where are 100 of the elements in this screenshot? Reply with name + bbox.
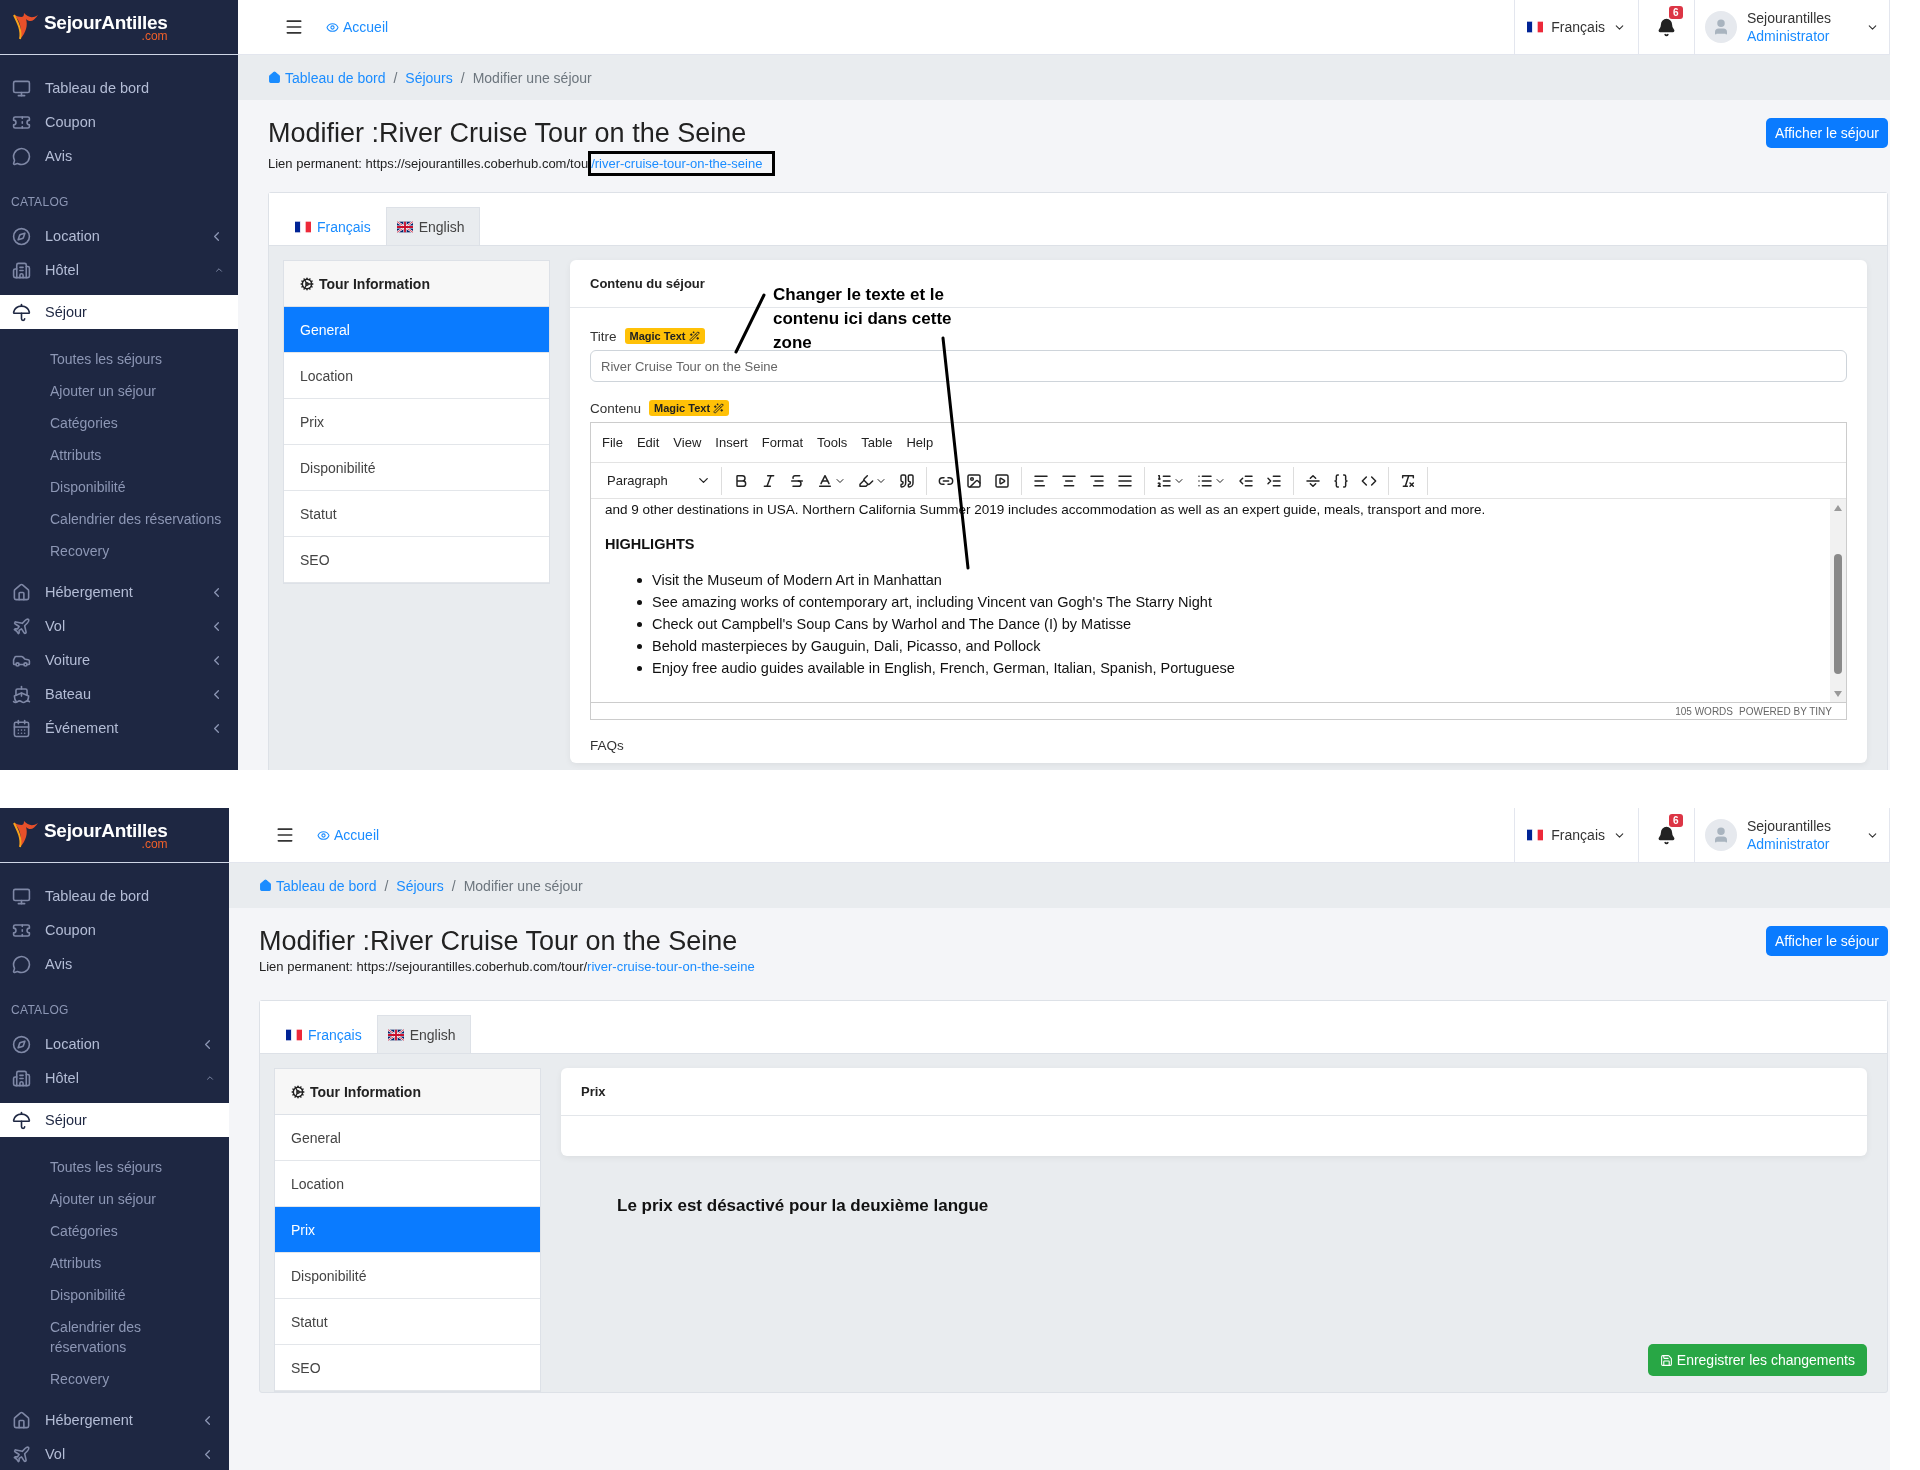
eye-icon [317, 828, 330, 842]
clear-formatting-icon [1400, 472, 1416, 489]
french-flag-icon [1527, 21, 1544, 33]
sidebar-subitem[interactable]: Disponibilité [0, 471, 238, 503]
british-flag-icon [387, 1028, 404, 1041]
sidebar-subitem[interactable]: Calendrier des réservations [0, 1311, 229, 1363]
menu-icon [284, 17, 304, 37]
sidebar-item[interactable]: Voiture [0, 643, 238, 677]
sidebar-item[interactable]: Avis [0, 139, 238, 173]
sidebar-item[interactable]: Tableau de bord [0, 71, 238, 105]
sidebar-subitem[interactable]: Ajouter un séjour [0, 1183, 229, 1215]
menu-button[interactable] [275, 825, 295, 845]
editor-menu-item[interactable]: File [595, 435, 630, 450]
language-tab[interactable]: English [376, 1015, 471, 1053]
building-icon [12, 1068, 31, 1088]
editor-menu-item[interactable]: Edit [629, 435, 667, 450]
section-menu-item[interactable]: General [284, 307, 549, 353]
view-tour-button[interactable]: Afficher le séjour [1766, 926, 1888, 956]
sidebar-item[interactable]: Hébergement [0, 575, 238, 609]
editor-heading: HIGHLIGHTS [605, 535, 696, 554]
scrollbar-drawing[interactable] [1830, 499, 1846, 702]
user-role: Administrator [1747, 27, 1831, 45]
sidebar-subitem[interactable]: Calendrier des réservations [0, 503, 238, 535]
sidebar-subitem[interactable]: Toutes les séjours [0, 343, 238, 375]
page-break-icon [1305, 472, 1321, 489]
plane-icon [12, 1444, 31, 1464]
editor-menu-item[interactable]: Help [899, 435, 941, 450]
bullet-text: Check out Campbell's Soup Cans by Warhol and The Dance (I) by Matisse [652, 615, 1132, 634]
breadcrumb-separator: / [460, 69, 465, 86]
editor-menu-item[interactable]: Format [754, 435, 810, 450]
media-icon [994, 472, 1010, 489]
ship-icon [12, 684, 31, 704]
sidebar-section-label: CATALOG [10, 1002, 70, 1019]
user-role: Administrator [1747, 835, 1831, 853]
breadcrumb-separator: / [384, 877, 389, 894]
sidebar-item[interactable]: Événement [0, 711, 238, 745]
bell-icon [1657, 825, 1676, 845]
sidebar-item[interactable]: Avis [0, 947, 229, 981]
bullet-text: Visit the Museum of Modern Art in Manhattan [652, 571, 942, 590]
french-flag-icon [286, 1028, 302, 1041]
sidebar-item[interactable]: Hébergement [0, 1403, 229, 1437]
bullet-icon [637, 665, 642, 671]
sidebar-item[interactable]: Location [0, 1027, 229, 1061]
umbrella-icon [12, 302, 31, 322]
sidebar-item[interactable]: Tableau de bord [0, 879, 229, 913]
sidebar-subitem[interactable]: Attributs [0, 1247, 229, 1279]
eye-icon [326, 20, 339, 34]
magic-text-badge[interactable]: Magic Text [649, 400, 730, 416]
menu-heading: Tour Information [319, 275, 430, 292]
editor-menu-item[interactable]: Table [854, 435, 900, 450]
user-menu[interactable]: Sejourantilles Administrator [1694, 0, 1890, 54]
section-menu-item[interactable]: Prix [275, 1207, 540, 1253]
magic-text-badge[interactable]: Magic Text [624, 328, 705, 344]
sidebar-subitem[interactable]: Toutes les séjours [0, 1151, 229, 1183]
bullet-icon [637, 599, 642, 605]
sidebar-item[interactable]: Hôtel [0, 1061, 229, 1095]
numbered-list-icon [1156, 472, 1172, 489]
sidebar-item[interactable]: Location [0, 219, 238, 253]
sidebar-item[interactable]: Vol [0, 609, 238, 643]
monitor-icon [12, 78, 31, 98]
gears-icon [291, 1084, 305, 1099]
blockquote-icon [899, 472, 915, 489]
sidebar-subitem[interactable]: Catégories [0, 1215, 229, 1247]
annotation-note: Le prix est désactivé pour la deuxième langue [617, 1196, 990, 1216]
title-input-field[interactable]: River Cruise Tour on the Seine [590, 350, 1847, 382]
page-title: Modifier :River Cruise Tour on the Seine [268, 118, 748, 149]
avatar-icon [1705, 819, 1737, 851]
sidebar-item[interactable]: Bateau [0, 677, 238, 711]
editor-menu-item[interactable]: Insert [708, 435, 755, 450]
sidebar-item[interactable]: Vol [0, 1437, 229, 1470]
house-icon [259, 879, 272, 892]
sidebar-subitem[interactable]: Catégories [0, 407, 238, 439]
sidebar-subitem[interactable]: Attributs [0, 439, 238, 471]
permalink-label: Lien permanent: https://sejourantilles.coberhub.com/tou [268, 156, 589, 171]
sidebar-subitem[interactable]: Recovery [0, 535, 238, 567]
french-flag-icon [295, 220, 311, 233]
bullet-icon [637, 643, 642, 649]
editor-menu-item[interactable]: Tools [810, 435, 855, 450]
language-tab[interactable]: English [385, 207, 480, 245]
house-icon [268, 71, 281, 84]
text-color-icon [817, 472, 833, 489]
bullet-icon [637, 621, 642, 627]
sidebar-item[interactable]: Coupon [0, 105, 238, 139]
sidebar-item[interactable]: Coupon [0, 913, 229, 947]
editor-menu-item[interactable]: View [666, 435, 709, 450]
user-name: Sejourantilles [1747, 9, 1833, 27]
sidebar-subitem[interactable]: Disponibilité [0, 1279, 229, 1311]
sidebar-item[interactable]: Séjour [0, 1103, 229, 1137]
menu-button[interactable] [284, 17, 304, 37]
field-label: FAQs [590, 738, 625, 753]
compass-icon [12, 1034, 31, 1054]
view-tour-button[interactable]: Afficher le séjour [1766, 118, 1888, 148]
sidebar-subitem[interactable]: Recovery [0, 1363, 229, 1395]
sidebar-item[interactable]: Hôtel [0, 253, 238, 287]
brand-name: SejourAntilles [44, 820, 168, 840]
user-menu[interactable]: Sejourantilles Administrator [1694, 808, 1890, 862]
highlight-icon [858, 472, 874, 489]
block-format-select[interactable]: Paragraph [597, 473, 715, 488]
sidebar-subitem[interactable]: Ajouter un séjour [0, 375, 238, 407]
sidebar-item[interactable]: Séjour [0, 295, 238, 329]
